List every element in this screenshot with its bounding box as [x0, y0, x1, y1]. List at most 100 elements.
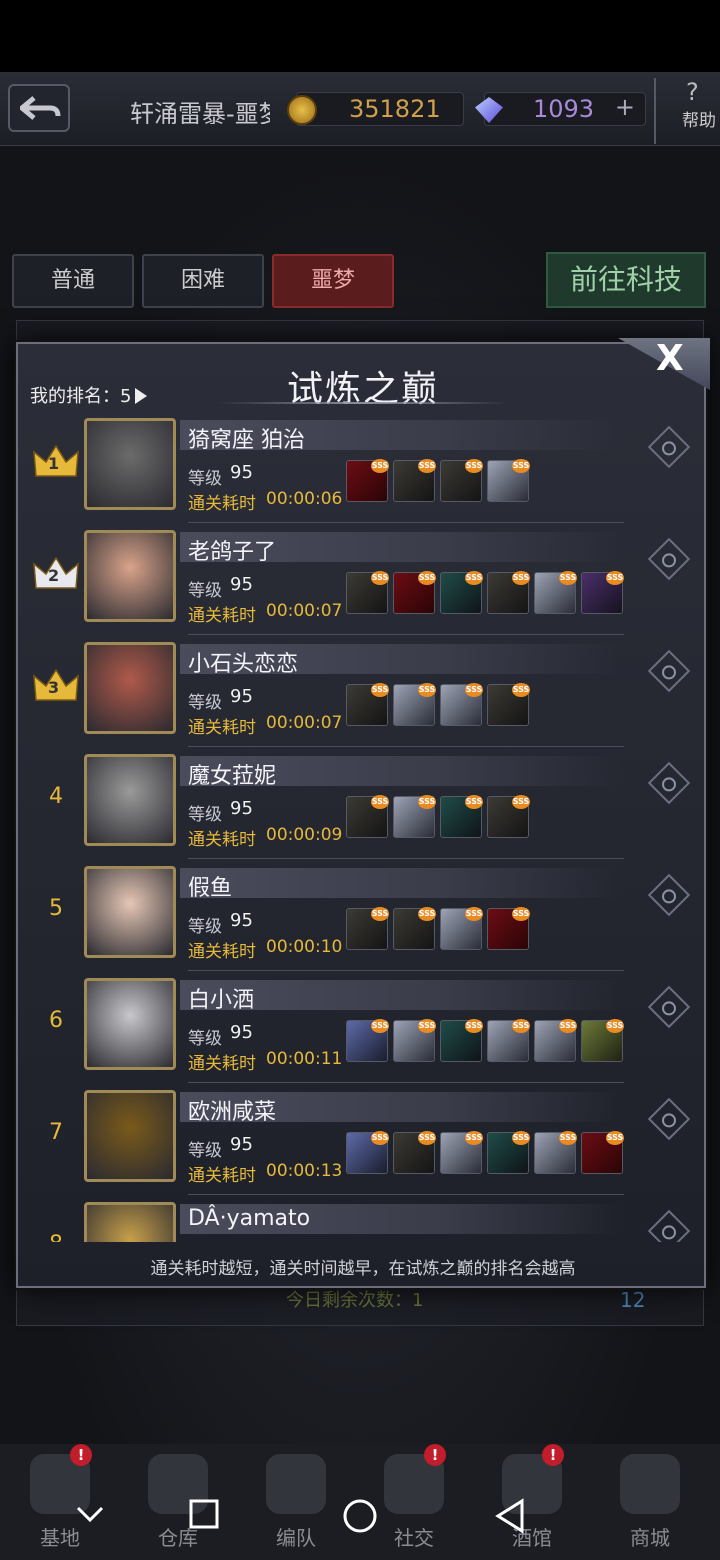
time-value: 00:00:11	[266, 1049, 343, 1069]
leaderboard-row[interactable]: 5 假鱼 等级 95 通关耗时 00:00:10 SSS SSS SSS SSS	[18, 860, 708, 972]
leaderboard-row[interactable]: 2 老鸽子了 等级 95 通关耗时 00:00:07 SSS SSS SSS SSS S…	[18, 524, 708, 636]
leaderboard-row[interactable]: 1 猗窝座 狛治 等级 95 通关耗时 00:00:06 SSS SSS SSS SS…	[18, 412, 708, 524]
sss-badge: SSS	[559, 571, 577, 585]
level-value: 95	[230, 1022, 253, 1043]
level-label: 等级	[188, 917, 222, 937]
row-divider	[188, 746, 624, 747]
row-divider	[188, 522, 624, 523]
level-label: 等级	[188, 805, 222, 825]
mech-icon: SSS	[346, 571, 389, 614]
leaderboard-list[interactable]: 1 猗窝座 狛治 等级 95 通关耗时 00:00:06 SSS SSS SSS SS…	[18, 412, 708, 1242]
chevron-down-icon[interactable]	[74, 1498, 106, 1530]
row-divider	[188, 1082, 624, 1083]
mech-icon: SSS	[393, 1131, 436, 1174]
mech-icon: SSS	[487, 459, 530, 502]
stage-name: 轩涌雷暴-噩梦	[130, 100, 270, 124]
sss-badge: SSS	[371, 907, 389, 921]
view-lineup-icon[interactable]	[647, 873, 691, 917]
view-lineup-icon[interactable]	[647, 1097, 691, 1141]
view-lineup-icon[interactable]	[647, 761, 691, 805]
sss-badge: SSS	[371, 795, 389, 809]
level-value: 95	[230, 462, 253, 483]
level-label: 等级	[188, 1029, 222, 1049]
crown-icon: 3	[32, 666, 80, 706]
level-value: 95	[230, 686, 253, 707]
row-divider	[188, 858, 624, 859]
mech-icon: SSS	[581, 1131, 624, 1174]
mech-icon: SSS	[393, 907, 436, 950]
level-value: 95	[230, 798, 253, 819]
avatar[interactable]	[84, 1090, 176, 1182]
sss-badge: SSS	[606, 1019, 624, 1033]
view-lineup-icon[interactable]	[647, 425, 691, 469]
leaderboard-row[interactable]: 4 魔女菈妮 等级 95 通关耗时 00:00:09 SSS SSS SSS SSS	[18, 748, 708, 860]
crown-icon: 1	[32, 442, 80, 482]
alert-badge: !	[424, 1444, 446, 1466]
sss-badge: SSS	[465, 1019, 483, 1033]
avatar[interactable]	[84, 754, 176, 846]
mech-icon: SSS	[440, 459, 483, 502]
level-label: 等级	[188, 581, 222, 601]
level-label: 等级	[188, 1141, 222, 1161]
sss-badge: SSS	[465, 683, 483, 697]
go-tech-button[interactable]: 前往科技	[546, 252, 706, 308]
view-lineup-icon[interactable]	[647, 985, 691, 1029]
time-label: 通关耗时	[188, 1166, 256, 1186]
mech-icon: SSS	[534, 1131, 577, 1174]
avatar[interactable]	[84, 1202, 176, 1242]
close-button[interactable]: X	[656, 338, 684, 379]
mech-icon: SSS	[487, 571, 530, 614]
sss-badge: SSS	[606, 1131, 624, 1145]
avatar[interactable]	[84, 530, 176, 622]
status-bar	[0, 0, 720, 72]
my-rank[interactable]: 我的排名：5	[30, 382, 148, 408]
leaderboard-row[interactable]: 3 小石头恋恋 等级 95 通关耗时 00:00:07 SSS SSS SSS SSS	[18, 636, 708, 748]
mech-icon: SSS	[487, 683, 530, 726]
sss-badge: SSS	[371, 459, 389, 473]
sss-badge: SSS	[418, 1131, 436, 1145]
mech-icon: SSS	[393, 459, 436, 502]
time-label: 通关耗时	[188, 942, 256, 962]
recents-button[interactable]	[188, 1498, 220, 1530]
view-lineup-icon[interactable]	[647, 1209, 691, 1242]
avatar[interactable]	[84, 642, 176, 734]
mech-icon: SSS	[534, 1019, 577, 1062]
home-button[interactable]	[342, 1498, 378, 1534]
leaderboard-row[interactable]: 6 白小洒 等级 95 通关耗时 00:00:11 SSS SSS SSS SSS SS…	[18, 972, 708, 1084]
time-value: 00:00:07	[266, 713, 343, 733]
tab-hard[interactable]: 困难	[142, 254, 264, 308]
back-nav-button[interactable]	[494, 1498, 526, 1534]
help-button[interactable]: ? 帮助	[654, 78, 720, 144]
alert-badge: !	[542, 1444, 564, 1466]
sss-badge: SSS	[371, 1019, 389, 1033]
alert-badge: !	[70, 1444, 92, 1466]
sss-badge: SSS	[371, 683, 389, 697]
sss-badge: SSS	[512, 795, 530, 809]
row-divider	[188, 1194, 624, 1195]
title-divider	[218, 402, 508, 404]
view-lineup-icon[interactable]	[647, 649, 691, 693]
add-gems-button[interactable]: +	[615, 93, 635, 121]
sss-badge: SSS	[418, 459, 436, 473]
back-button[interactable]	[8, 84, 70, 132]
remaining-attempts: 今日剩余次数：1	[286, 1290, 424, 1311]
leaderboard-row[interactable]: 7 欧洲咸菜 等级 95 通关耗时 00:00:13 SSS SSS SSS SSS S…	[18, 1084, 708, 1196]
leaderboard-modal: 试炼之巅 我的排名：5 1 猗窝座 狛治 等级 95 通关耗时 00:00:06…	[16, 338, 710, 1288]
tab-normal[interactable]: 普通	[12, 254, 134, 308]
rank-number: 5	[49, 896, 63, 921]
sss-badge: SSS	[418, 1019, 436, 1033]
sss-badge: SSS	[512, 1019, 530, 1033]
remaining-count: 12	[620, 1288, 646, 1312]
sss-badge: SSS	[465, 459, 483, 473]
avatar[interactable]	[84, 418, 176, 510]
sss-badge: SSS	[559, 1019, 577, 1033]
avatar[interactable]	[84, 866, 176, 958]
leaderboard-row[interactable]: 8 DÂ·yamato	[18, 1196, 708, 1242]
sss-badge: SSS	[371, 571, 389, 585]
view-lineup-icon[interactable]	[647, 537, 691, 581]
mech-icon: SSS	[346, 683, 389, 726]
gem-value: 1093	[533, 95, 595, 123]
avatar[interactable]	[84, 978, 176, 1070]
time-value: 00:00:06	[266, 489, 343, 509]
tab-nightmare[interactable]: 噩梦	[272, 254, 394, 308]
